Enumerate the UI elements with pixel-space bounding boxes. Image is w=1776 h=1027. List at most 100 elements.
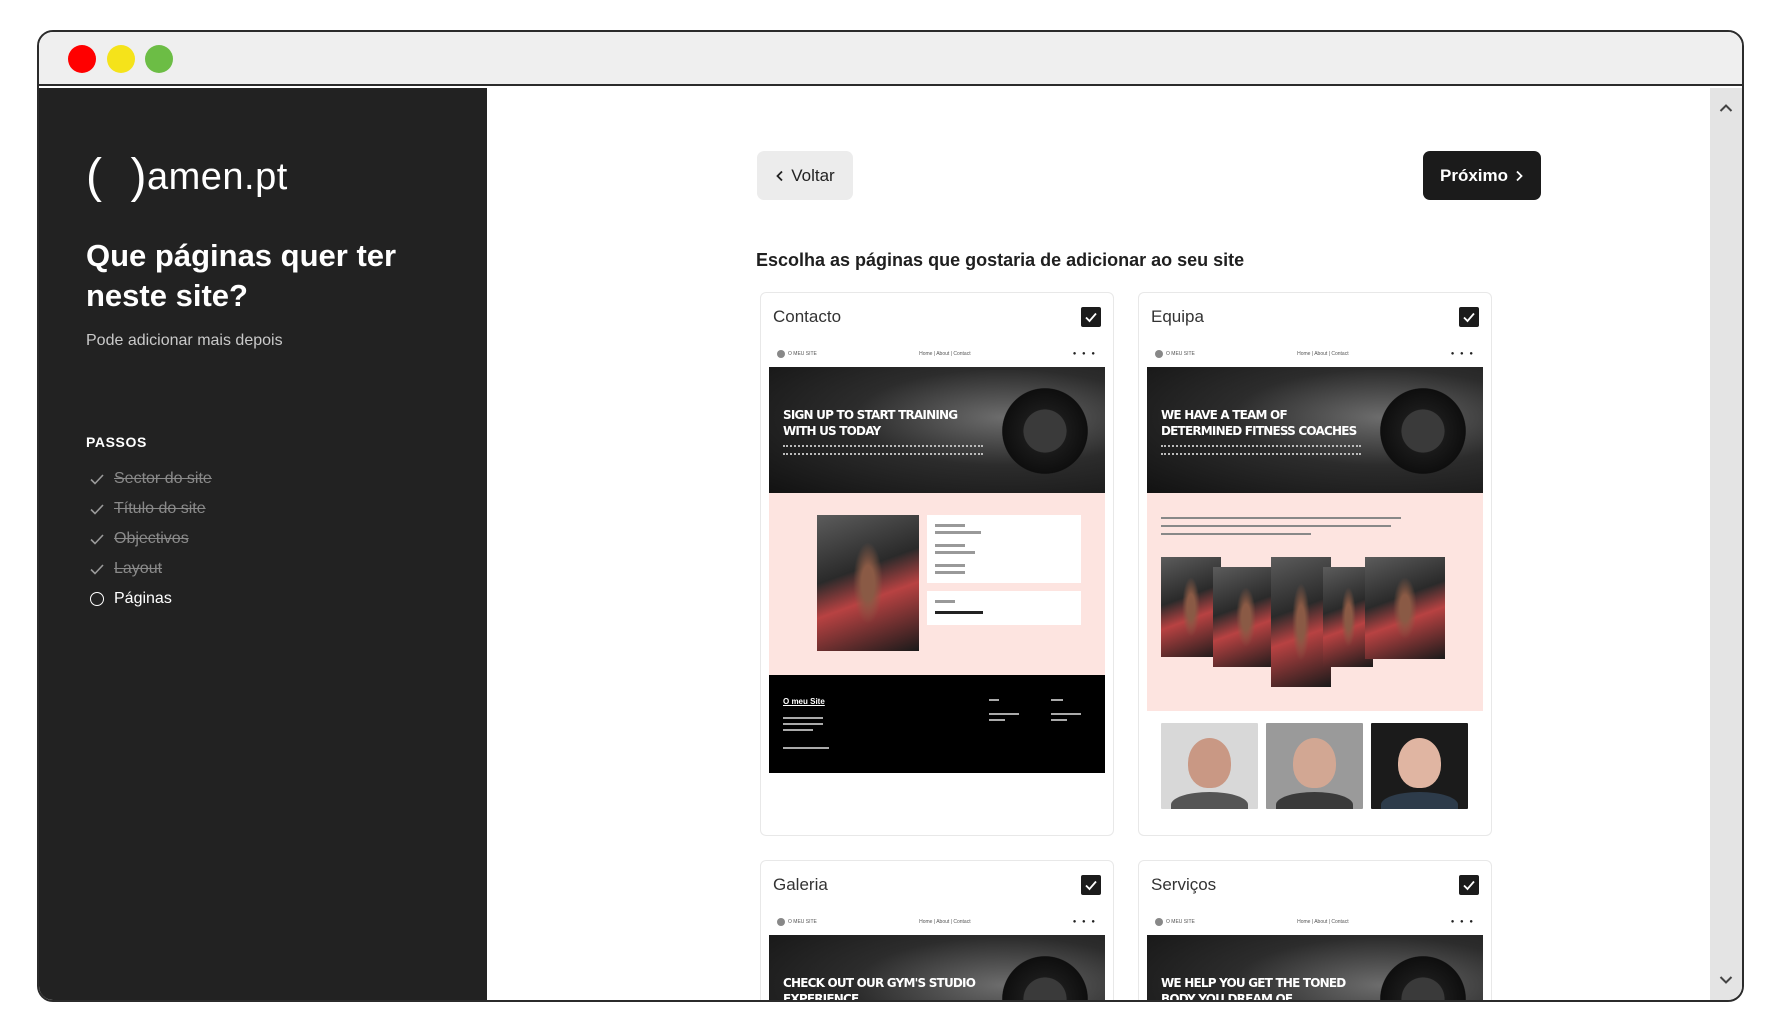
preview-hero-image — [1373, 949, 1473, 1000]
sidebar: ()amen.pt Que páginas quer ter neste sit… — [39, 88, 487, 1000]
preview-hero-text — [1161, 445, 1361, 455]
preview-nav-links: Home | About | Contact — [1297, 351, 1349, 357]
chevron-right-icon — [1516, 170, 1523, 181]
preview-team-photos — [1147, 711, 1483, 819]
check-icon — [90, 504, 104, 515]
minimize-window-button[interactable] — [107, 45, 135, 73]
preview-team-member-photo — [1371, 723, 1468, 809]
preview-hero: Check out our gym's studio experience — [769, 935, 1105, 1000]
chevron-left-icon — [776, 170, 783, 181]
close-window-button[interactable] — [68, 45, 96, 73]
scroll-up-icon[interactable] — [1718, 100, 1734, 116]
title-bar — [39, 32, 1742, 86]
preview-contact-section — [769, 493, 1105, 675]
page-card-galeria[interactable]: Galeria O MEU SITE Home | About | Contac… — [760, 860, 1114, 1000]
preview-collage-photo — [1161, 557, 1221, 657]
check-icon — [1463, 312, 1475, 323]
steps-heading: PASSOS — [86, 434, 147, 450]
preview-social-icons: ● ● ● — [1072, 919, 1097, 925]
step-label: Layout — [114, 560, 163, 577]
page-card-servicos[interactable]: Serviços O MEU SITE Home | About | Conta… — [1138, 860, 1492, 1000]
card-title: Serviços — [1151, 875, 1217, 894]
page-checkbox[interactable] — [1459, 875, 1479, 895]
preview-social-icons: ● ● ● — [1072, 351, 1097, 357]
card-title: Galeria — [773, 875, 828, 894]
preview-team-section — [1147, 493, 1483, 711]
check-icon — [90, 474, 104, 485]
step-title[interactable]: Título do site — [89, 494, 212, 524]
preview-brand: O MEU SITE — [788, 919, 817, 925]
preview-collage-photo — [1365, 557, 1445, 659]
step-layout[interactable]: Layout — [89, 554, 212, 584]
card-title: Equipa — [1151, 307, 1204, 326]
next-button[interactable]: Próximo — [1423, 151, 1541, 200]
page-preview: O MEU SITE Home | About | Contact ● ● ● … — [1147, 909, 1483, 1000]
page-title: Que páginas quer ter neste site? — [86, 238, 397, 313]
preview-contact-info — [927, 515, 1081, 583]
preview-nav-links: Home | About | Contact — [919, 351, 971, 357]
page-preview: O MEU SITE Home | About | Contact ● ● ● … — [769, 341, 1105, 773]
preview-navbar: O MEU SITE Home | About | Contact ● ● ● — [1147, 341, 1483, 367]
page-checkbox[interactable] — [1081, 875, 1101, 895]
preview-brand: O MEU SITE — [1166, 919, 1195, 925]
preview-logo-icon — [777, 350, 785, 358]
preview-footer: O meu Site — [769, 675, 1105, 773]
back-button-label: Voltar — [791, 165, 835, 185]
preview-logo-icon — [1155, 350, 1163, 358]
main-content: Voltar Próximo Escolha as páginas que go… — [487, 88, 1714, 1000]
preview-hero-image — [1373, 381, 1473, 481]
preview-nav-links: Home | About | Contact — [1297, 919, 1349, 925]
steps-list: Sector do site Título do site Objectivos… — [89, 464, 212, 614]
preview-logo-icon — [777, 918, 785, 926]
maximize-window-button[interactable] — [145, 45, 173, 73]
browser-window: ()amen.pt Que páginas quer ter neste sit… — [37, 30, 1744, 1002]
logo-bracket-close: ) — [130, 150, 147, 203]
preview-hero-image — [995, 949, 1095, 1000]
check-icon — [1085, 880, 1097, 891]
page-card-contacto[interactable]: Contacto O MEU SITE Home | About | Conta… — [760, 292, 1114, 836]
preview-footer-brand: O meu Site — [783, 697, 825, 706]
step-pages[interactable]: Páginas — [89, 584, 212, 614]
preview-hero-heading: We help you get the toned body you dream… — [1161, 976, 1346, 1000]
page-preview: O MEU SITE Home | About | Contact ● ● ● … — [769, 909, 1105, 1000]
preview-hero: We help you get the toned body you dream… — [1147, 935, 1483, 1000]
preview-navbar: O MEU SITE Home | About | Contact ● ● ● — [769, 909, 1105, 935]
preview-hero-heading: Sign up to start training with us today — [783, 408, 958, 438]
scroll-down-icon[interactable] — [1718, 972, 1734, 988]
preview-collage-photo — [1271, 557, 1331, 687]
check-icon — [90, 534, 104, 545]
step-label: Título do site — [114, 500, 206, 517]
back-button[interactable]: Voltar — [757, 151, 853, 200]
preview-hero-image — [995, 381, 1095, 481]
next-button-label: Próximo — [1439, 165, 1509, 185]
preview-hero-heading: We have a team of determined fitness coa… — [1161, 408, 1357, 438]
step-objectives[interactable]: Objectivos — [89, 524, 212, 554]
preview-hero-heading: Check out our gym's studio experience — [783, 976, 976, 1000]
page-checkbox[interactable] — [1459, 307, 1479, 327]
vertical-scrollbar[interactable] — [1710, 88, 1742, 1000]
preview-hero-text — [783, 445, 983, 455]
page-card-equipa[interactable]: Equipa O MEU SITE Home | About | Contact… — [1138, 292, 1492, 836]
step-sector[interactable]: Sector do site — [89, 464, 212, 494]
preview-brand: O MEU SITE — [788, 351, 817, 357]
step-label: Páginas — [114, 590, 172, 607]
step-label: Sector do site — [114, 470, 212, 487]
card-title: Contacto — [773, 307, 842, 326]
preview-brand: O MEU SITE — [1166, 351, 1195, 357]
page-subtitle: Pode adicionar mais depois — [86, 332, 283, 349]
preview-logo-icon — [1155, 918, 1163, 926]
preview-team-member-photo — [1266, 723, 1363, 809]
preview-photo — [817, 515, 919, 651]
logo: ()amen.pt — [86, 146, 288, 203]
preview-nav-links: Home | About | Contact — [919, 919, 971, 925]
page-preview: O MEU SITE Home | About | Contact ● ● ● … — [1147, 341, 1483, 819]
preview-navbar: O MEU SITE Home | About | Contact ● ● ● — [769, 341, 1105, 367]
logo-bracket-open: ( — [86, 150, 103, 203]
logo-text: amen.pt — [146, 156, 288, 198]
page-checkbox[interactable] — [1081, 307, 1101, 327]
check-icon — [90, 564, 104, 575]
preview-team-member-photo — [1161, 723, 1258, 809]
preview-follow-box — [927, 591, 1081, 625]
check-icon — [1463, 880, 1475, 891]
preview-navbar: O MEU SITE Home | About | Contact ● ● ● — [1147, 909, 1483, 935]
